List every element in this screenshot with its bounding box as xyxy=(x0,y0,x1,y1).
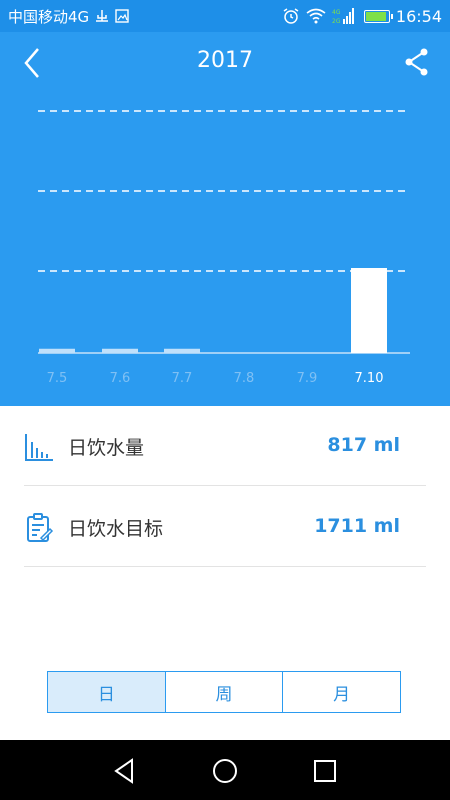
x-tick-label: 7.8 xyxy=(234,371,255,386)
image-icon xyxy=(115,9,129,23)
x-tick-label: 7.5 xyxy=(47,371,68,386)
chart-bar[interactable] xyxy=(351,268,387,353)
tab-month[interactable]: 月 xyxy=(282,672,400,712)
clipboard-icon xyxy=(24,513,54,543)
chart-bar[interactable] xyxy=(39,348,75,353)
daily-goal-value: 1711 ml xyxy=(314,515,400,537)
page-title: 2017 xyxy=(197,48,253,73)
usb-icon xyxy=(95,9,109,23)
tab-week[interactable]: 周 xyxy=(164,672,283,712)
status-time: 16:54 xyxy=(395,6,442,26)
share-icon xyxy=(405,48,428,76)
nav-home-button[interactable] xyxy=(210,756,240,786)
carrier-label: 中国移动4G xyxy=(8,7,90,26)
status-bar: 中国移动4G 4G 2G 16:54 xyxy=(0,0,450,32)
signal-icon: 4G 2G xyxy=(332,7,358,25)
chart-bar[interactable] xyxy=(102,348,138,353)
tab-day[interactable]: 日 xyxy=(48,672,165,712)
x-tick-label: 7.10 xyxy=(355,371,384,386)
header: 2017 xyxy=(0,32,450,94)
bar-chart-icon xyxy=(24,432,54,462)
circle-home-icon xyxy=(213,759,237,783)
status-left: 中国移动4G xyxy=(8,6,129,27)
share-button[interactable] xyxy=(402,46,432,80)
x-tick-label: 7.7 xyxy=(172,371,193,386)
nav-recents-button[interactable] xyxy=(310,756,340,786)
svg-text:4G: 4G xyxy=(332,9,341,16)
chart-bar[interactable] xyxy=(164,348,200,353)
daily-intake-value: 817 ml xyxy=(327,434,400,456)
alarm-icon xyxy=(282,7,300,25)
daily-goal-label: 日饮水目标 xyxy=(68,518,164,540)
nav-back-button[interactable] xyxy=(110,756,140,786)
daily-intake-label: 日饮水量 xyxy=(68,437,145,459)
svg-text:2G: 2G xyxy=(332,18,341,25)
battery-icon xyxy=(363,9,393,23)
wifi-icon xyxy=(306,8,326,24)
chart-svg: 7.5 7.6 7.7 7.8 7.9 7.10 xyxy=(38,110,410,386)
period-tabs: 日 周 月 xyxy=(47,671,401,713)
x-tick-label: 7.9 xyxy=(297,371,318,386)
daily-intake-row: 日饮水量 817 ml xyxy=(24,406,426,486)
triangle-back-icon xyxy=(114,758,133,784)
status-right: 4G 2G 16:54 xyxy=(282,7,442,26)
water-intake-chart: 7.5 7.6 7.7 7.8 7.9 7.10 xyxy=(0,94,450,406)
x-tick-label: 7.6 xyxy=(110,371,131,386)
daily-goal-row: 日饮水目标 1711 ml xyxy=(24,487,426,567)
navigation-bar xyxy=(0,740,450,800)
square-recents-icon xyxy=(314,760,336,782)
